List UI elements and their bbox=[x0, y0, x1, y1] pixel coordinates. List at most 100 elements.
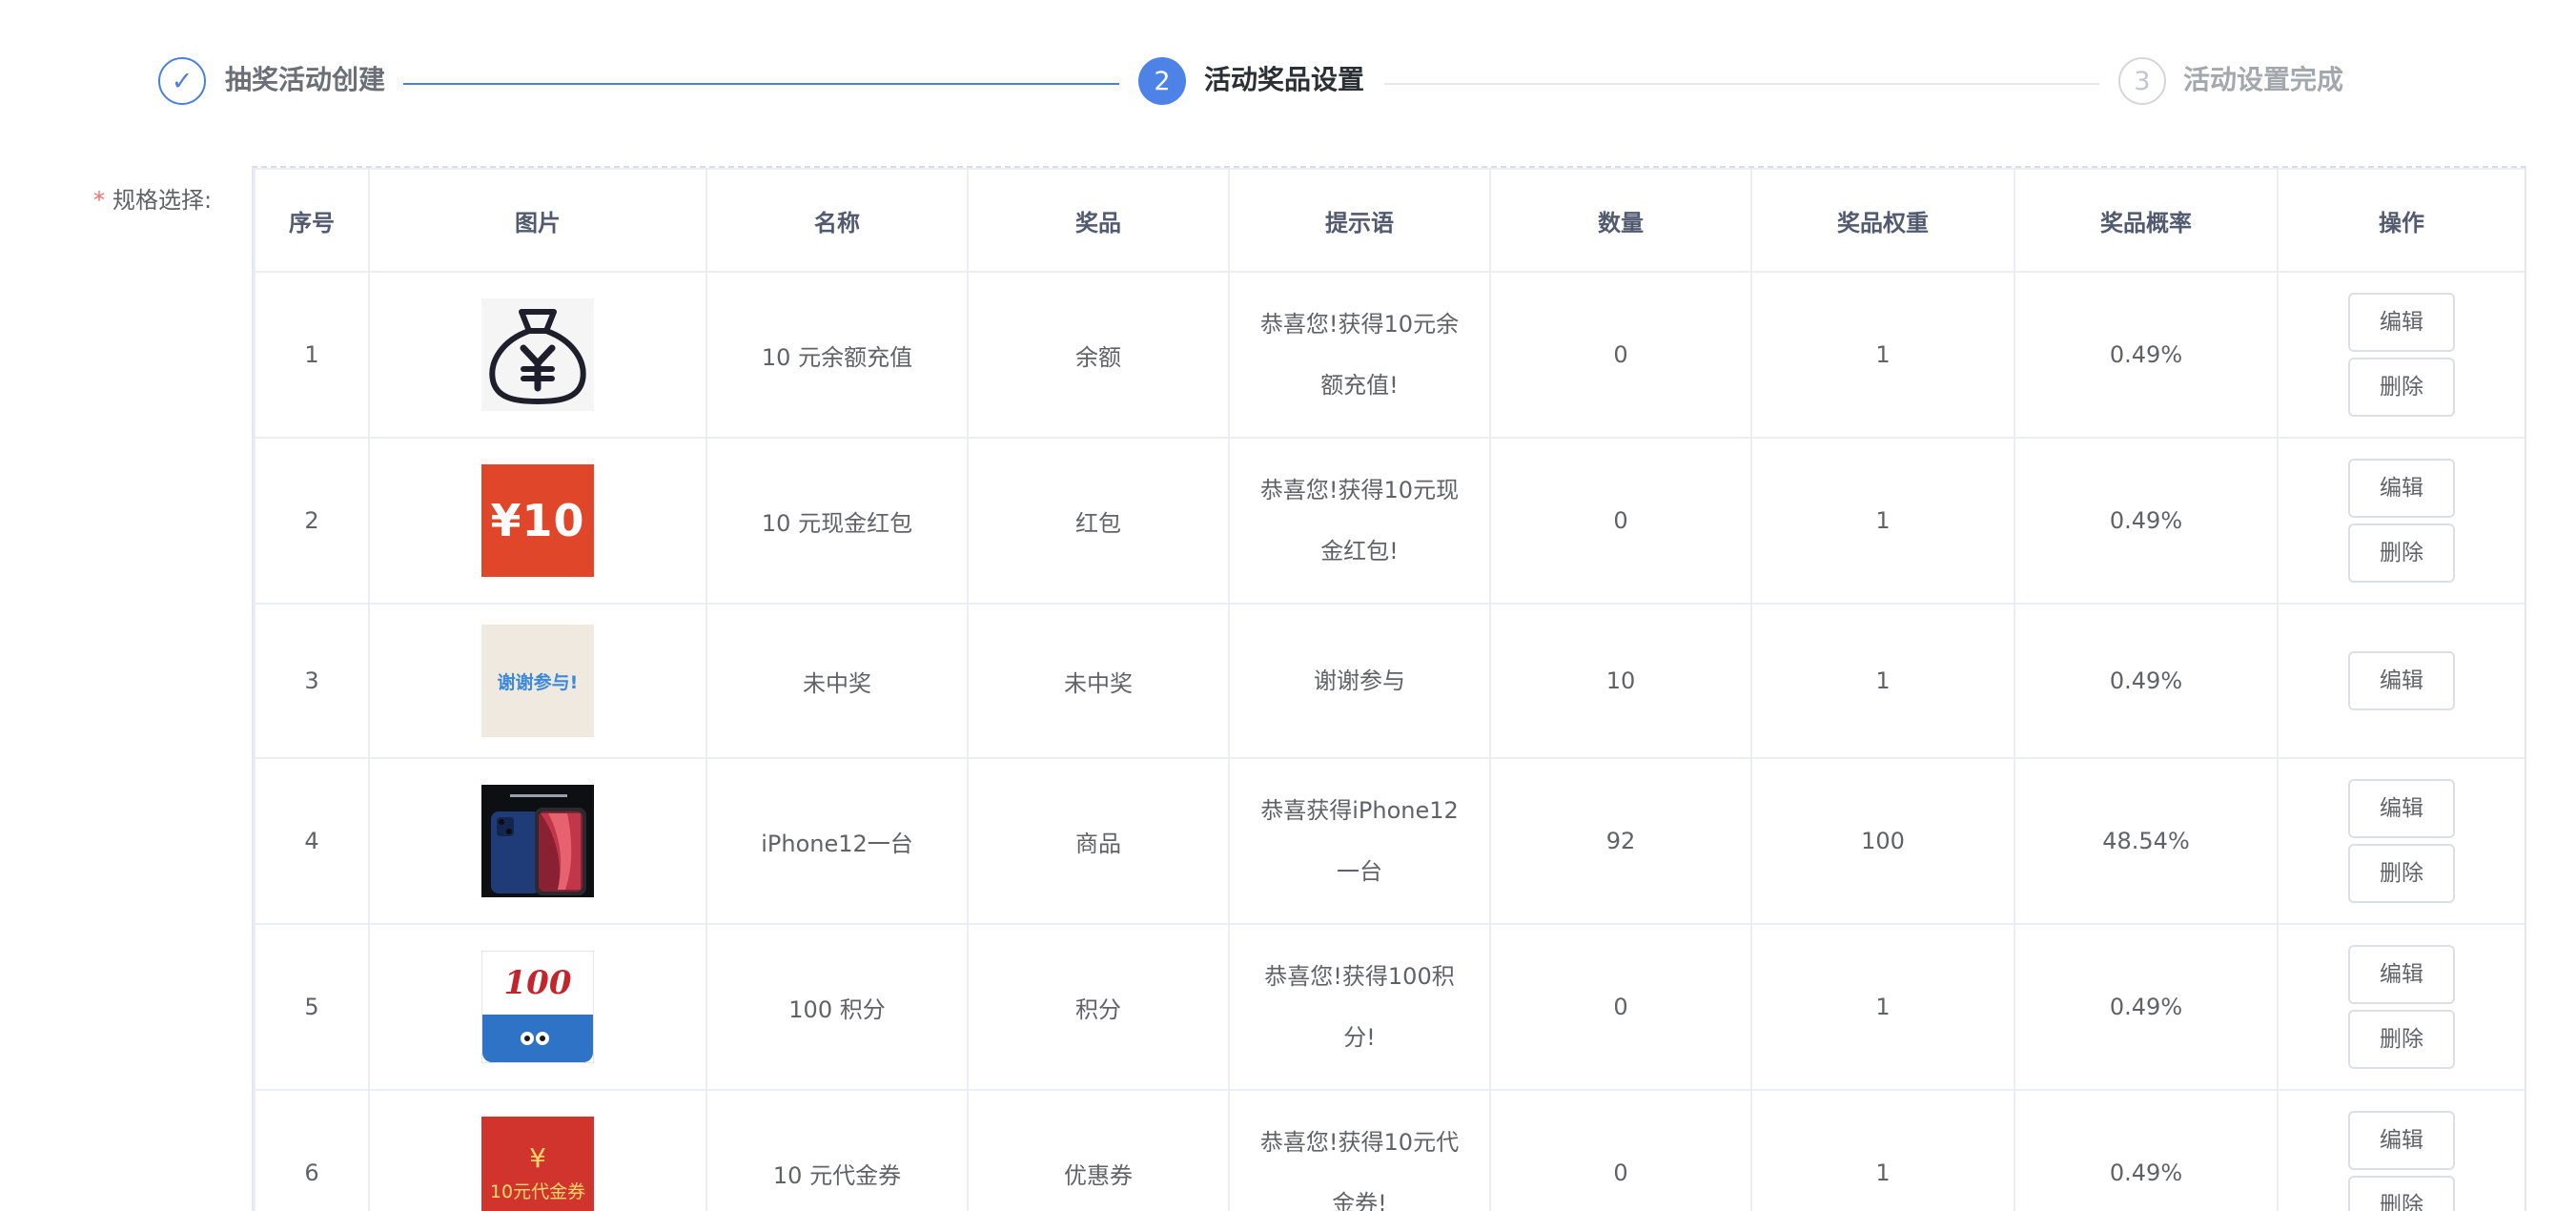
row-name: 10 元余额充值 bbox=[705, 271, 969, 439]
row-index: 1 bbox=[254, 271, 370, 439]
row-tip: 恭喜您!获得100积分! bbox=[1264, 963, 1455, 1051]
row-index: 6 bbox=[254, 1089, 370, 1211]
step-3-number: 3 bbox=[2118, 57, 2166, 105]
row-prize: 商品 bbox=[967, 757, 1230, 925]
prize-table: 序号 图片 名称 奖品 提示语 数量 奖品权重 奖品概率 操作 1 10 元余额… bbox=[252, 166, 2526, 1211]
iphone-image bbox=[481, 785, 594, 897]
step-3-title: 活动设置完成 bbox=[2183, 64, 2344, 95]
row-prize: 积分 bbox=[967, 923, 1230, 1091]
points-card-image: 100 bbox=[481, 951, 594, 1063]
step-2-title: 活动奖品设置 bbox=[1204, 64, 1365, 95]
points-card-logo bbox=[482, 1015, 593, 1062]
spec-select-label-text: 规格选择: bbox=[112, 187, 213, 214]
header-actions: 操作 bbox=[2277, 168, 2525, 273]
money-bag-icon bbox=[481, 298, 594, 411]
thanks-image-text: 谢谢参与! bbox=[497, 671, 579, 693]
coupon-image: ¥ 10元代金券 bbox=[481, 1117, 594, 1211]
row-tip: 恭喜您!获得10元代金券! bbox=[1259, 1129, 1460, 1211]
delete-button[interactable]: 删除 bbox=[2348, 844, 2455, 903]
coupon-image-text: 10元代金券 bbox=[489, 1181, 586, 1202]
header-image: 图片 bbox=[368, 168, 707, 273]
header-weight: 奖品权重 bbox=[1750, 168, 2015, 273]
row-quantity: 0 bbox=[1489, 437, 1752, 605]
row-actions: 编辑 删除 bbox=[2277, 437, 2525, 605]
row-probability: 0.49% bbox=[2014, 923, 2279, 1091]
row-image-cell: 谢谢参与! bbox=[368, 603, 707, 759]
row-index: 4 bbox=[254, 757, 370, 925]
row-image-cell: ¥ 10元代金券 bbox=[368, 1089, 707, 1211]
row-index: 5 bbox=[254, 923, 370, 1091]
row-quantity: 0 bbox=[1489, 1089, 1752, 1211]
row-actions: 编辑 删除 bbox=[2277, 1089, 2525, 1211]
row-quantity: 10 bbox=[1489, 603, 1752, 759]
table-row: 4 iPhone12一台 商品 恭喜获得iPhone12一台 92 100 48… bbox=[254, 757, 2525, 925]
header-tip: 提示语 bbox=[1228, 168, 1491, 273]
row-tip-cell: 谢谢参与 bbox=[1228, 603, 1491, 759]
edit-button[interactable]: 编辑 bbox=[2348, 293, 2455, 352]
delete-button[interactable]: 删除 bbox=[2348, 358, 2455, 417]
spec-select-label: * 规格选择: bbox=[93, 181, 212, 215]
row-image-cell: ¥10 bbox=[368, 437, 707, 605]
row-image-cell bbox=[368, 757, 707, 925]
row-index: 2 bbox=[254, 437, 370, 605]
edit-button[interactable]: 编辑 bbox=[2348, 1111, 2455, 1170]
row-index: 3 bbox=[254, 603, 370, 759]
row-prize: 红包 bbox=[967, 437, 1230, 605]
row-prize: 余额 bbox=[967, 271, 1230, 439]
row-tip: 恭喜获得iPhone12一台 bbox=[1260, 797, 1459, 885]
row-weight: 1 bbox=[1750, 437, 2015, 605]
row-tip-cell: 恭喜您!获得10元余额充值! bbox=[1228, 271, 1491, 439]
yen-icon: ¥ bbox=[529, 1142, 546, 1174]
row-weight: 1 bbox=[1750, 923, 2015, 1091]
table-header-row: 序号 图片 名称 奖品 提示语 数量 奖品权重 奖品概率 操作 bbox=[254, 168, 2525, 273]
row-probability: 0.49% bbox=[2014, 603, 2279, 759]
header-probability: 奖品概率 bbox=[2014, 168, 2279, 273]
row-quantity: 0 bbox=[1489, 271, 1752, 439]
table-row: 5 100 100 积分 积分 恭喜您!获得100积分! 0 1 0.49% 编… bbox=[254, 923, 2525, 1091]
row-weight: 1 bbox=[1750, 1089, 2015, 1211]
delete-button[interactable]: 删除 bbox=[2348, 1010, 2455, 1069]
row-image-cell: 100 bbox=[368, 923, 707, 1091]
row-actions: 编辑 bbox=[2277, 603, 2525, 759]
row-probability: 0.49% bbox=[2014, 1089, 2279, 1211]
row-probability: 0.49% bbox=[2014, 271, 2279, 439]
required-mark: * bbox=[93, 187, 105, 214]
edit-button[interactable]: 编辑 bbox=[2348, 779, 2455, 838]
row-tip-cell: 恭喜您!获得10元现金红包! bbox=[1228, 437, 1491, 605]
row-actions: 编辑 删除 bbox=[2277, 271, 2525, 439]
thanks-image: 谢谢参与! bbox=[481, 625, 594, 737]
row-probability: 0.49% bbox=[2014, 437, 2279, 605]
header-quantity: 数量 bbox=[1489, 168, 1752, 273]
points-card-value: 100 bbox=[504, 952, 572, 1015]
row-name: 10 元现金红包 bbox=[705, 437, 969, 605]
row-actions: 编辑 删除 bbox=[2277, 757, 2525, 925]
step-1-title: 抽奖活动创建 bbox=[225, 64, 386, 95]
row-tip-cell: 恭喜您!获得100积分! bbox=[1228, 923, 1491, 1091]
row-weight: 1 bbox=[1750, 271, 2015, 439]
row-name: 未中奖 bbox=[705, 603, 969, 759]
row-name: 10 元代金券 bbox=[705, 1089, 969, 1211]
edit-button[interactable]: 编辑 bbox=[2348, 945, 2455, 1004]
row-quantity: 92 bbox=[1489, 757, 1752, 925]
red-envelope-image: ¥10 bbox=[481, 464, 594, 577]
row-tip-cell: 恭喜获得iPhone12一台 bbox=[1228, 757, 1491, 925]
edit-button[interactable]: 编辑 bbox=[2348, 651, 2455, 710]
header-index: 序号 bbox=[254, 168, 370, 273]
table-row: 3 谢谢参与! 未中奖 未中奖 谢谢参与 10 1 0.49% 编辑 bbox=[254, 603, 2525, 759]
step-1-check-icon: ✓ bbox=[158, 57, 206, 105]
table-row: 2 ¥10 10 元现金红包 红包 恭喜您!获得10元现金红包! 0 1 0.4… bbox=[254, 437, 2525, 605]
edit-button[interactable]: 编辑 bbox=[2348, 459, 2455, 518]
row-tip-cell: 恭喜您!获得10元代金券! bbox=[1228, 1089, 1491, 1211]
points-card-number: 100 bbox=[503, 964, 572, 1002]
step-2-number: 2 bbox=[1138, 57, 1186, 105]
row-probability: 48.54% bbox=[2014, 757, 2279, 925]
row-prize: 未中奖 bbox=[967, 603, 1230, 759]
table-row: 1 10 元余额充值 余额 恭喜您!获得10元余额充值! 0 1 0.49% 编… bbox=[254, 271, 2525, 439]
step-connector-1 bbox=[403, 83, 1119, 85]
delete-button[interactable]: 删除 bbox=[2348, 1176, 2455, 1211]
table-row: 6 ¥ 10元代金券 10 元代金券 优惠券 恭喜您!获得10元代金券! 0 1… bbox=[254, 1089, 2525, 1211]
row-image-cell bbox=[368, 271, 707, 439]
row-name: iPhone12一台 bbox=[705, 757, 969, 925]
delete-button[interactable]: 删除 bbox=[2348, 523, 2455, 583]
step-connector-2 bbox=[1384, 83, 2099, 85]
